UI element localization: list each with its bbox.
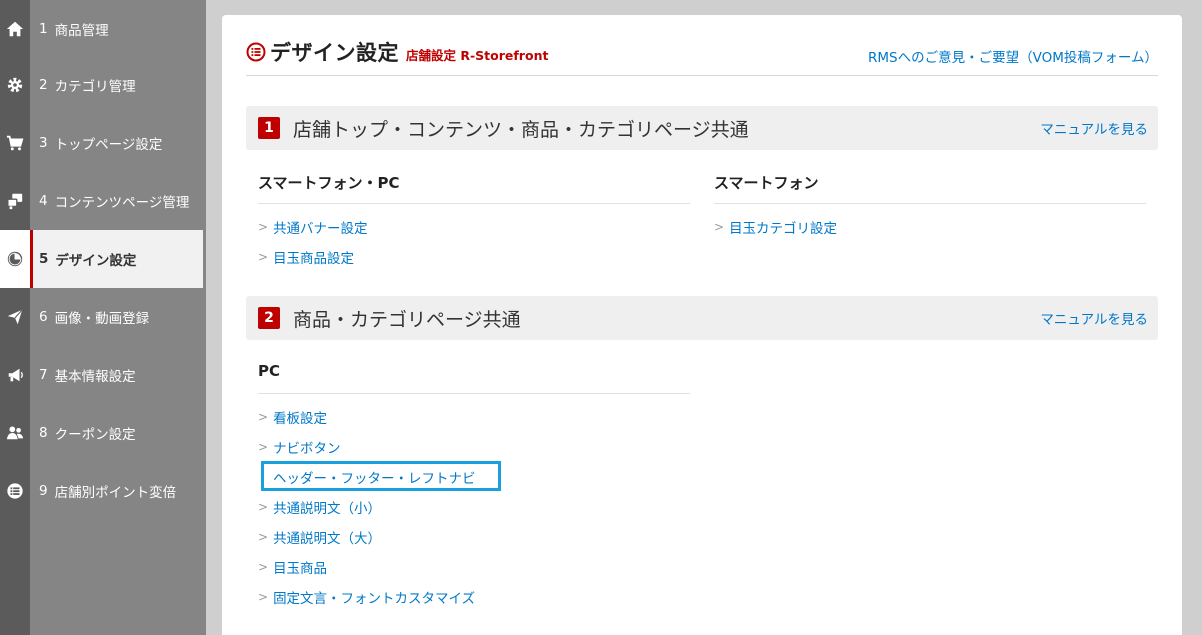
link-featured-product[interactable]: > 目玉商品 (258, 557, 327, 577)
sidebar-item-label: 画像・動画登録 (54, 311, 150, 327)
sidebar-item-basic-info-settings[interactable]: 7 基本情報設定 (0, 346, 206, 404)
sidebar-item-number: 2 (39, 77, 48, 93)
chevron-right-icon: > (258, 590, 269, 604)
main-panel: デザイン設定 店舗設定 R-Storefront RMSへのご意見・ご要望（VO… (222, 15, 1182, 635)
sidebar-item-number: 4 (39, 193, 48, 209)
link-featured-product-settings[interactable]: > 目玉商品設定 (258, 247, 354, 267)
list-circle-icon (246, 42, 266, 62)
chevron-right-icon: > (258, 530, 269, 544)
section-title: 店舗トップ・コンテンツ・商品・カテゴリページ共通 (293, 118, 749, 141)
page-title: デザイン設定 (270, 41, 399, 65)
sidebar-item-label: デザイン設定 (55, 253, 137, 269)
chevron-right-icon: > (258, 250, 269, 264)
sidebar-item-label: 商品管理 (54, 23, 109, 39)
column-divider (258, 203, 690, 204)
page-header: デザイン設定 店舗設定 R-Storefront (246, 37, 548, 67)
sidebar-item-coupon-settings[interactable]: 8 クーポン設定 (0, 404, 206, 462)
feedback-link[interactable]: RMSへのご意見・ご要望（VOM投稿フォーム） (868, 46, 1158, 66)
cart-icon (0, 114, 30, 172)
manual-link[interactable]: マニュアルを見る (1040, 118, 1148, 138)
users-icon (0, 404, 30, 462)
link-featured-category-settings[interactable]: > 目玉カテゴリ設定 (714, 217, 837, 237)
sidebar-item-label: カテゴリ管理 (54, 79, 136, 95)
sidebar-item-content-page-management[interactable]: 4 コンテンツページ管理 (0, 172, 206, 230)
sidebar-item-number: 9 (39, 483, 48, 499)
column-divider (258, 393, 690, 394)
sidebar-item-label: クーポン設定 (54, 427, 136, 443)
link-nav-button[interactable]: > ナビボタン (258, 437, 341, 457)
pages-icon (0, 172, 30, 230)
sidebar-item-store-point-multiplier[interactable]: 9 店舗別ポイント変倍 (0, 462, 206, 520)
section-header-2: 2 商品・カテゴリページ共通 マニュアルを見る (246, 296, 1158, 340)
sidebar-item-label: 基本情報設定 (54, 369, 136, 385)
link-common-description-large[interactable]: > 共通説明文（大） (258, 527, 381, 547)
chevron-right-icon: > (258, 410, 269, 424)
sidebar-item-top-page-settings[interactable]: 3 トップページ設定 (0, 114, 206, 172)
sidebar-item-number: 1 (39, 21, 48, 37)
sidebar-item-design-settings[interactable]: 5 デザイン設定 (0, 230, 206, 288)
list-icon (0, 462, 30, 520)
paper-plane-icon (0, 288, 30, 346)
column-heading-smartphone-pc: スマートフォン・PC (258, 174, 400, 192)
link-signboard-settings[interactable]: > 看板設定 (258, 407, 327, 427)
link-header-footer-leftnav[interactable]: ヘッダー・フッター・レフトナビ (273, 467, 476, 487)
home-icon (0, 0, 30, 58)
section-header-1: 1 店舗トップ・コンテンツ・商品・カテゴリページ共通 マニュアルを見る (246, 106, 1158, 150)
column-heading-smartphone: スマートフォン (714, 174, 819, 192)
chevron-right-icon: > (258, 560, 269, 574)
column-heading-pc: PC (258, 362, 281, 380)
pie-chart-icon (0, 230, 30, 288)
sidebar-item-label: 店舗別ポイント変倍 (54, 485, 177, 501)
column-divider (714, 203, 1146, 204)
megaphone-icon (0, 346, 30, 404)
sidebar-item-number: 5 (39, 251, 49, 267)
chevron-right-icon: > (258, 220, 269, 234)
sidebar-item-category-management[interactable]: 2 カテゴリ管理 (0, 56, 206, 114)
sidebar-item-number: 6 (39, 309, 48, 325)
gear-icon (0, 56, 30, 114)
sidebar-item-number: 7 (39, 367, 48, 383)
title-divider (246, 75, 1158, 76)
sidebar-item-image-video-registration[interactable]: 6 画像・動画登録 (0, 288, 206, 346)
manual-link[interactable]: マニュアルを見る (1040, 308, 1148, 328)
sidebar-item-product-management[interactable]: 1 商品管理 (0, 0, 206, 58)
section-title: 商品・カテゴリページ共通 (293, 308, 521, 331)
link-common-banner-settings[interactable]: > 共通バナー設定 (258, 217, 368, 237)
link-fixed-text-font-customize[interactable]: > 固定文言・フォントカスタマイズ (258, 587, 475, 607)
section-number-badge: 2 (258, 307, 280, 329)
sidebar-item-label: コンテンツページ管理 (54, 195, 190, 211)
page-subtitle: 店舗設定 R-Storefront (406, 47, 549, 63)
chevron-right-icon: > (258, 500, 269, 514)
section-number-badge: 1 (258, 117, 280, 139)
chevron-right-icon: > (258, 440, 269, 454)
sidebar-item-number: 8 (39, 425, 48, 441)
link-common-description-small[interactable]: > 共通説明文（小） (258, 497, 381, 517)
chevron-right-icon: > (714, 220, 725, 234)
sidebar-item-label: トップページ設定 (54, 137, 163, 153)
sidebar-item-number: 3 (39, 135, 48, 151)
